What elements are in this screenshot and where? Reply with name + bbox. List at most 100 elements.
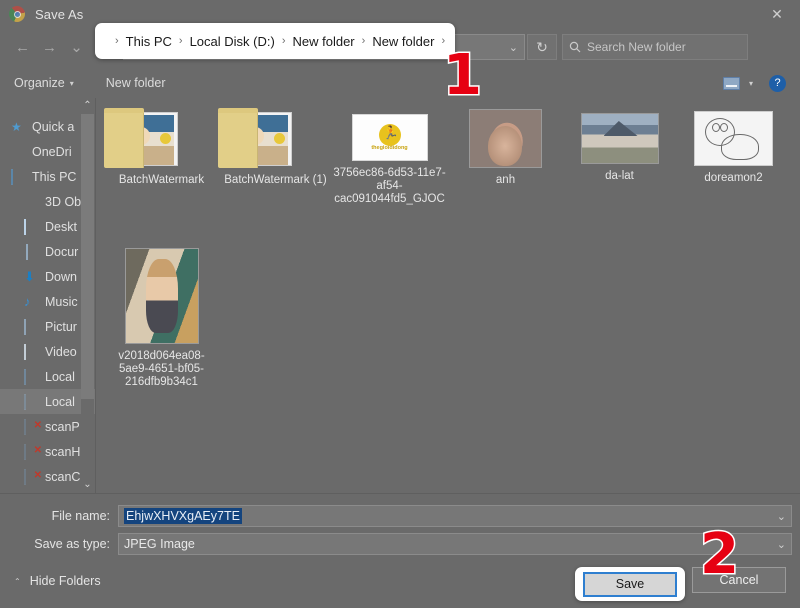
- save-as-dialog: Save As ✕ ← → ⌄ ↑ This PC › Local Disk (…: [0, 0, 800, 608]
- sidebar-item-label: scanH: [45, 444, 81, 459]
- help-icon[interactable]: ?: [769, 74, 786, 92]
- desktop-icon: [24, 218, 39, 235]
- chevron-down-icon: ▾: [69, 78, 74, 88]
- back-button[interactable]: ←: [9, 32, 36, 62]
- file-thumbnail: thegioididong: [351, 114, 428, 161]
- pictures-icon: [24, 318, 39, 335]
- list-item[interactable]: doreamon2: [676, 111, 791, 185]
- breadcrumb-highlight[interactable]: › This PC › Local Disk (D:) › New folder…: [95, 23, 455, 59]
- sidebar-item-label: Local: [45, 394, 75, 409]
- chevron-down-icon[interactable]: ⌄: [777, 538, 786, 551]
- folder-icon: [218, 108, 292, 168]
- disconnected-drive-icon: [24, 418, 39, 435]
- sidebar-scroll-up-icon[interactable]: ⌃: [81, 98, 94, 112]
- file-thumbnail: [104, 108, 219, 168]
- sidebar-item-label: Pictur: [45, 319, 77, 334]
- new-folder-button[interactable]: New folder: [106, 76, 166, 90]
- file-name-label: BatchWatermark: [118, 174, 205, 186]
- sidebar-item-label: 3D Ob: [45, 194, 82, 209]
- file-thumbnail: [580, 113, 659, 164]
- recent-locations-button[interactable]: ⌄: [63, 32, 90, 62]
- chevron-down-icon[interactable]: ⌄: [509, 41, 518, 54]
- forward-button[interactable]: →: [36, 32, 63, 62]
- list-item[interactable]: BatchWatermark (1): [218, 108, 333, 187]
- sidebar-item-label: scanC: [45, 469, 81, 484]
- list-item[interactable]: anh: [448, 109, 563, 187]
- sidebar-item-label: Deskt: [45, 219, 77, 234]
- organize-label: Organize: [14, 76, 65, 90]
- file-thumbnail: [469, 109, 542, 168]
- file-name-label: da-lat: [605, 170, 634, 182]
- hide-folders-button[interactable]: ⌃ Hide Folders: [14, 574, 101, 588]
- breadcrumb-separator: ›: [115, 35, 119, 47]
- save-as-type-select[interactable]: JPEG Image ⌄: [118, 533, 792, 555]
- hide-folders-label: Hide Folders: [29, 574, 101, 588]
- list-item[interactable]: v2018d064ea08-5ae9-4651-bf05-216dfb9b34c…: [104, 248, 219, 389]
- documents-icon: [24, 243, 39, 260]
- save-button[interactable]: Save: [583, 571, 677, 597]
- annotation-step-2: 2: [699, 522, 741, 587]
- sidebar-item-label: Local: [45, 369, 75, 384]
- dialog-body: ⌃ ⌄ ★ Quick a OneDri This PC 3D Ob Deskt…: [0, 98, 800, 493]
- file-thumbnail: [218, 108, 333, 168]
- thumbnail-caption: thegioididong: [371, 145, 408, 151]
- star-icon: ★: [11, 119, 22, 134]
- search-input[interactable]: Search New folder: [562, 34, 748, 60]
- navigation-sidebar: ⌃ ⌄ ★ Quick a OneDri This PC 3D Ob Deskt…: [0, 98, 96, 493]
- sidebar-item-label: scanP: [45, 419, 80, 434]
- breadcrumb-hl-item-2[interactable]: New folder: [293, 34, 355, 49]
- refresh-icon[interactable]: ↻: [527, 34, 557, 60]
- list-item[interactable]: BatchWatermark: [104, 108, 219, 187]
- organize-button[interactable]: Organize ▾: [14, 76, 74, 90]
- sidebar-item-label: Down: [45, 269, 77, 284]
- computer-icon: [11, 168, 26, 185]
- chrome-icon: [9, 6, 25, 22]
- file-list-pane[interactable]: BatchWatermark BatchWatermark (1) thegio…: [96, 98, 800, 493]
- sidebar-item-label: Quick a: [32, 119, 75, 134]
- command-toolbar: Organize ▾ New folder ▾ ?: [0, 68, 800, 98]
- save-as-type-row: Save as type: JPEG Image ⌄: [0, 533, 800, 555]
- sidebar-item-label: OneDri: [32, 144, 72, 159]
- file-name-label: File name:: [51, 509, 110, 523]
- file-name-label: doreamon2: [704, 172, 763, 184]
- chevron-up-icon: ⌃: [14, 576, 21, 586]
- breadcrumb-separator: ›: [281, 35, 286, 47]
- file-name-label: 3756ec86-6d53-11e7-af54-cac091044fd5_GJO…: [333, 167, 446, 205]
- local-disk-icon: [24, 368, 39, 385]
- search-icon: [569, 41, 581, 53]
- sidebar-item-label: Music: [45, 294, 78, 309]
- downloads-icon: ⬇: [24, 268, 35, 284]
- file-name-value[interactable]: EhjwXHVXgAEy7TE: [124, 508, 242, 524]
- cloud-icon: [11, 145, 26, 159]
- file-thumbnail: [694, 111, 773, 166]
- view-layout-icon: [722, 76, 740, 90]
- list-item[interactable]: da-lat: [562, 113, 677, 183]
- disconnected-drive-icon: [24, 443, 39, 460]
- breadcrumb-separator: ›: [361, 35, 366, 47]
- search-placeholder: Search New folder: [587, 40, 686, 54]
- list-item[interactable]: thegioididong 3756ec86-6d53-11e7-af54-ca…: [332, 114, 447, 206]
- annotation-step-1: 1: [442, 43, 484, 108]
- close-icon[interactable]: ✕: [754, 0, 800, 28]
- sidebar-scrollbar-thumb[interactable]: [81, 114, 94, 399]
- disconnected-drive-icon: [24, 468, 39, 485]
- file-name-row: File name: EhjwXHVXgAEy7TE ⌄: [0, 505, 800, 527]
- file-name-label: anh: [495, 174, 516, 186]
- breadcrumb-hl-item-1[interactable]: Local Disk (D:): [190, 34, 275, 49]
- sidebar-scroll-down-icon[interactable]: ⌄: [81, 477, 94, 491]
- breadcrumb-hl-item-0[interactable]: This PC: [126, 34, 172, 49]
- sidebar-item-label: This PC: [32, 169, 77, 184]
- file-name-label: BatchWatermark (1): [224, 174, 327, 186]
- videos-icon: [24, 343, 39, 360]
- save-as-type-value: JPEG Image: [124, 537, 195, 551]
- file-name-label: v2018d064ea08-5ae9-4651-bf05-216dfb9b34c…: [118, 350, 205, 388]
- chevron-down-icon[interactable]: ⌄: [777, 510, 786, 523]
- save-as-type-label: Save as type:: [34, 537, 110, 551]
- file-name-input[interactable]: EhjwXHVXgAEy7TE ⌄: [118, 505, 792, 527]
- change-view-button[interactable]: ▾: [722, 76, 753, 90]
- chevron-down-icon: ▾: [748, 78, 753, 88]
- breadcrumb-hl-item-3[interactable]: New folder: [372, 34, 434, 49]
- sidebar-item-label: Docur: [45, 244, 79, 259]
- folder-icon: [104, 108, 178, 168]
- file-thumbnail: [124, 248, 199, 344]
